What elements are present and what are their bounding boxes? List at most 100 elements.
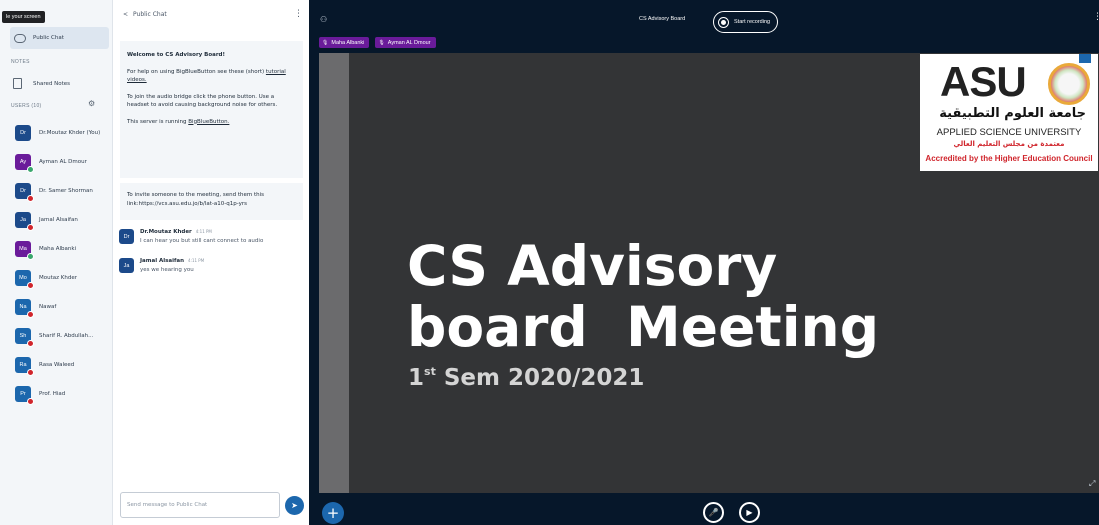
- user-name: Dr.Moutaz Khder (You): [39, 129, 101, 136]
- user-list-item[interactable]: Dr Dr. Samer Shorman: [15, 176, 100, 205]
- talker-name: Ayman AL Dmour: [387, 39, 431, 46]
- start-recording-button[interactable]: Start recording: [713, 11, 779, 33]
- chat-timestamp: 4:11 PM: [188, 258, 205, 263]
- chat-message-header: Dr.Moutaz Khder 4:11 PM: [140, 229, 263, 235]
- subtitle-number: 1: [408, 365, 425, 391]
- chat-panel: < Public Chat ⋮ Welcome to CS Advisory B…: [113, 0, 309, 525]
- avatar: Mo: [15, 269, 34, 289]
- talking-indicator[interactable]: 🎙 Maha Albanki: [319, 37, 370, 48]
- avatar: Ja: [119, 258, 134, 273]
- chat-message: Dr Dr.Moutaz Khder 4:11 PM I can hear you b…: [119, 229, 263, 244]
- minimize-presentation-button[interactable]: [1079, 54, 1091, 63]
- chat-message-body: Dr.Moutaz Khder 4:11 PM I can hear you but…: [140, 229, 263, 244]
- mic-off-icon: 🎤: [708, 508, 719, 517]
- user-name: Maha Albanki: [39, 245, 77, 252]
- audio-status-dot: [27, 165, 34, 173]
- sidebar-item-label: Public Chat: [33, 35, 64, 41]
- room-title: CS Advisory Board: [639, 16, 686, 22]
- user-list-item[interactable]: Ma Maha Albanki: [15, 234, 100, 263]
- audio-status-dot: [27, 368, 34, 376]
- logo-arabic-accreditation: معتمدة من مجلس التعليم العالي: [953, 140, 1065, 148]
- notes-header: NOTES: [11, 59, 30, 65]
- avatar: Dr: [119, 229, 134, 244]
- tooltip: le your screen: [2, 11, 45, 23]
- back-icon[interactable]: <: [123, 11, 128, 18]
- user-list-item[interactable]: Ay Ayman AL Dmour: [15, 147, 100, 176]
- welcome-server: This server is running: [127, 118, 187, 125]
- chat-timestamp: 4:11 PM: [195, 229, 212, 234]
- user-name: Jamal Alsaifan: [39, 216, 78, 223]
- chat-message-header: Jamal Alsaifan 4:11 PM: [140, 258, 204, 264]
- user-list-item[interactable]: Pr Prof. Hiad: [15, 379, 100, 408]
- avatar: Ma: [15, 240, 34, 260]
- presentation-stage: ⚇ CS Advisory Board Start recording ⋮ 🎙 …: [309, 0, 1099, 525]
- chat-sender-name: Jamal Alsaifan: [140, 258, 185, 264]
- action-bar: + 🎤 ▶: [309, 493, 1099, 525]
- logo-asu-text: ASU: [940, 58, 1027, 105]
- user-name: Ayman AL Dmour: [39, 158, 87, 165]
- audio-status-dot: [27, 397, 34, 405]
- subtitle-text: Sem 2020/2021: [435, 365, 645, 391]
- welcome-message: Welcome to CS Advisory Board! For help o…: [120, 41, 303, 178]
- audio-status-dot: [27, 223, 34, 231]
- audio-status-dot: [27, 194, 34, 202]
- send-button[interactable]: ➤: [285, 496, 304, 515]
- record-label: Start recording: [734, 19, 771, 25]
- user-list-panel: le your screen Public Chat NOTES Shared …: [0, 0, 113, 525]
- user-name: Moutaz Khder: [39, 274, 77, 281]
- actions-plus-button[interactable]: +: [322, 502, 344, 524]
- options-menu-icon[interactable]: ⋮: [1093, 12, 1099, 22]
- chat-options-icon[interactable]: ⋮: [294, 9, 303, 19]
- gear-icon[interactable]: ⚙: [88, 99, 95, 108]
- share-webcam-button[interactable]: ▶: [739, 502, 760, 523]
- chat-message-input[interactable]: Send message to Public Chat: [120, 492, 280, 518]
- bbb-link[interactable]: BigBlueButton.: [188, 119, 229, 125]
- avatar: Ja: [15, 211, 34, 231]
- chat-title: Public Chat: [133, 11, 167, 18]
- fullscreen-icon[interactable]: ⤢: [1089, 479, 1095, 489]
- welcome-audio: To join the audio bridge click the phone…: [127, 93, 278, 109]
- invite-message: To invite someone to the meeting, send t…: [120, 183, 303, 220]
- user-list-item[interactable]: Dr Dr.Moutaz Khder (You): [15, 118, 100, 147]
- welcome-title: Welcome to CS Advisory Board!: [127, 52, 226, 58]
- mute-microphone-button[interactable]: 🎤: [703, 502, 724, 523]
- sidebar-item-label: Shared Notes: [33, 80, 70, 87]
- record-icon: [718, 16, 729, 28]
- presentation-slide: CS Advisory board Meeting 1st Sem 2020/2…: [319, 53, 1099, 493]
- user-name: Rasa Waleed: [39, 361, 75, 368]
- avatar: Na: [15, 298, 34, 318]
- avatar: Dr: [15, 124, 31, 141]
- avatar: Sh: [15, 327, 34, 347]
- users-list: Dr Dr.Moutaz Khder (You) Ay Ayman AL Dmour D…: [15, 118, 100, 408]
- slide-subtitle: 1st Sem 2020/2021: [408, 365, 644, 391]
- chat-header[interactable]: < Public Chat: [123, 11, 167, 18]
- sidebar-item-public-chat[interactable]: Public Chat: [10, 27, 109, 49]
- logo-english-name: APPLIED SCIENCE UNIVERSITY: [936, 127, 1082, 138]
- user-name: Sharif R. Abdullah...: [39, 332, 94, 339]
- audio-status-dot: [27, 339, 34, 347]
- mic-icon: 🎙: [378, 39, 385, 46]
- welcome-help: For help on using BigBlueButton see thes…: [127, 68, 265, 75]
- chat-message-text: yes we hearing you: [140, 267, 194, 273]
- chat-message-text: I can hear you but still cant connect to…: [140, 238, 264, 244]
- sidebar-item-shared-notes[interactable]: Shared Notes: [13, 78, 70, 89]
- user-list-item[interactable]: Ra Rasa Waleed: [15, 350, 100, 379]
- user-list-item[interactable]: Ja Jamal Alsaifan: [15, 205, 100, 234]
- audio-status-dot: [27, 310, 34, 318]
- chat-message-body: Jamal Alsaifan 4:11 PM yes we hearing you: [140, 258, 204, 273]
- toggle-userlist-icon[interactable]: ⚇: [320, 15, 327, 24]
- talker-name: Maha Albanki: [331, 39, 365, 46]
- user-name: Prof. Hiad: [39, 390, 66, 397]
- chat-sender-name: Dr.Moutaz Khder: [140, 229, 192, 235]
- avatar: Ra: [15, 356, 34, 376]
- talking-indicator[interactable]: 🎙 Ayman AL Dmour: [375, 37, 436, 48]
- user-list-item[interactable]: Sh Sharif R. Abdullah...: [15, 321, 100, 350]
- camera-icon: ▶: [746, 508, 753, 517]
- user-list-item[interactable]: Mo Moutaz Khder: [15, 263, 100, 292]
- audio-status-dot: [27, 252, 34, 260]
- mic-icon: 🎙: [322, 39, 329, 46]
- user-name: Dr. Samer Shorman: [39, 187, 93, 194]
- user-list-item[interactable]: Na Nawaf: [15, 292, 100, 321]
- avatar: Ay: [15, 153, 34, 173]
- avatar: Pr: [15, 385, 34, 405]
